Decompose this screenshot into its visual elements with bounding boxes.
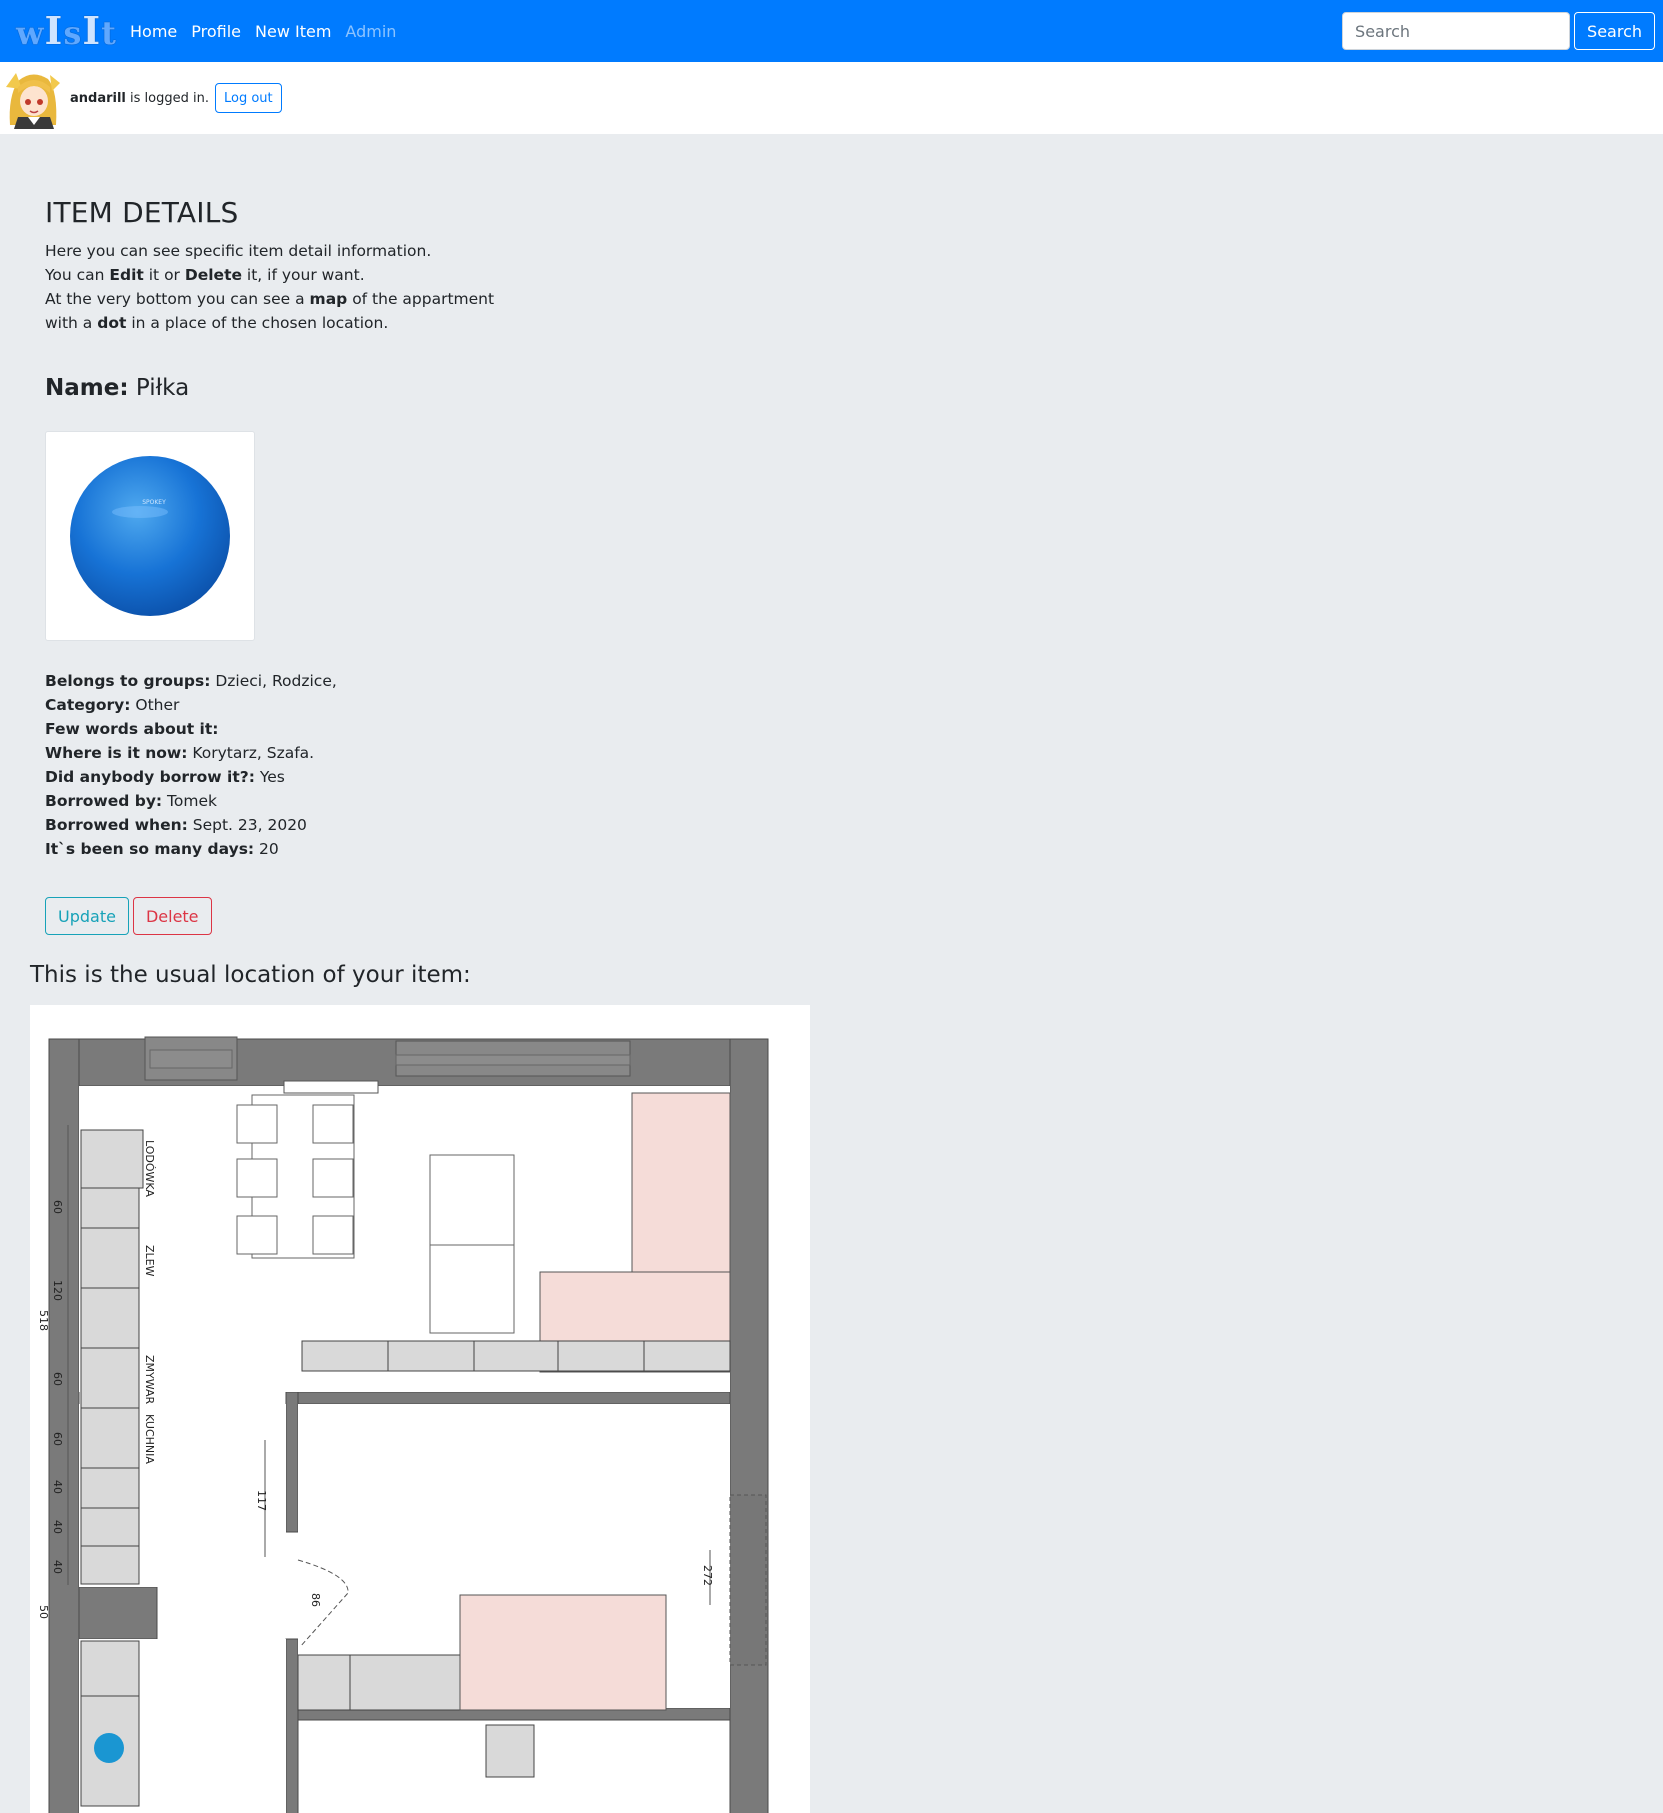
map-label-zmywar: ZMYWAR (143, 1355, 156, 1405)
avatar (4, 67, 62, 129)
map-dim-518: 518 (37, 1310, 50, 1331)
map-label-lodowka: LODÓWKA (143, 1140, 156, 1197)
logout-button[interactable]: Log out (214, 83, 282, 113)
page-title: ITEM DETAILS (45, 196, 239, 229)
details-list: Belongs to groups: Dzieci, Rodzice, Cate… (45, 669, 745, 861)
detail-borrowed: Did anybody borrow it?: Yes (45, 768, 285, 786)
item-photo: SPOKEY (45, 431, 255, 641)
map-dim-50: 50 (37, 1605, 50, 1619)
detail-groups: Belongs to groups: Dzieci, Rodzice, (45, 672, 337, 690)
delete-button[interactable]: Delete (132, 897, 212, 935)
nav-profile[interactable]: Profile (191, 22, 241, 41)
location-dot (94, 1733, 124, 1763)
search-form: Search (1342, 12, 1655, 50)
detail-borrowed-by: Borrowed by: Tomek (45, 792, 217, 810)
navbar: wIsIt Home Profile New Item Admin Search (0, 0, 1663, 62)
map-dim-60a: 60 (51, 1200, 64, 1214)
item-name: Name: Piłka (45, 375, 190, 401)
map-dim-272: 272 (701, 1565, 714, 1586)
detail-days: It`s been so many days: 20 (45, 840, 279, 858)
item-actions: Update Delete (45, 897, 745, 935)
ball-brand-text: SPOKEY (142, 499, 166, 506)
map-dim-60b: 60 (51, 1372, 64, 1386)
nav-admin: Admin (345, 21, 397, 41)
search-button[interactable]: Search (1574, 12, 1655, 50)
map-label-zlew: ZLEW (143, 1245, 156, 1277)
map-label-kuchnia: KUCHNIA (143, 1414, 156, 1464)
map-dim-40c: 40 (51, 1560, 64, 1574)
search-input[interactable] (1342, 12, 1571, 50)
detail-location: Where is it now: Korytarz, Szafa. (45, 744, 315, 762)
map-dim-40b: 40 (51, 1520, 64, 1534)
username: andarill (70, 90, 126, 106)
update-button[interactable]: Update (45, 897, 129, 935)
map-dim-120: 120 (51, 1280, 64, 1301)
detail-description: Few words about it: (45, 720, 219, 738)
user-bar: andarill is logged in. Log out (0, 62, 1663, 134)
map-dim-40a: 40 (51, 1480, 64, 1494)
brand-logo[interactable]: wIsIt (16, 11, 116, 53)
nav-new-item[interactable]: New Item (255, 22, 331, 41)
detail-category: Category: Other (45, 696, 180, 714)
map-dim-86: 86 (309, 1593, 322, 1607)
map-dim-60c: 60 (51, 1432, 64, 1446)
intro-text: Here you can see specific item detail in… (45, 242, 495, 332)
apartment-map: LODÓWKA ZLEW ZMYWAR KUCHNIA 60 120 518 6… (30, 1005, 810, 1813)
detail-borrowed-when: Borrowed when: Sept. 23, 2020 (45, 816, 307, 834)
map-dim-117: 117 (255, 1490, 268, 1511)
login-status: andarill is logged in. (70, 90, 209, 106)
location-title: This is the usual location of your item: (30, 962, 471, 988)
item-details: ITEM DETAILS Here you can see specific i… (45, 196, 745, 935)
nav-home[interactable]: Home (130, 22, 177, 41)
